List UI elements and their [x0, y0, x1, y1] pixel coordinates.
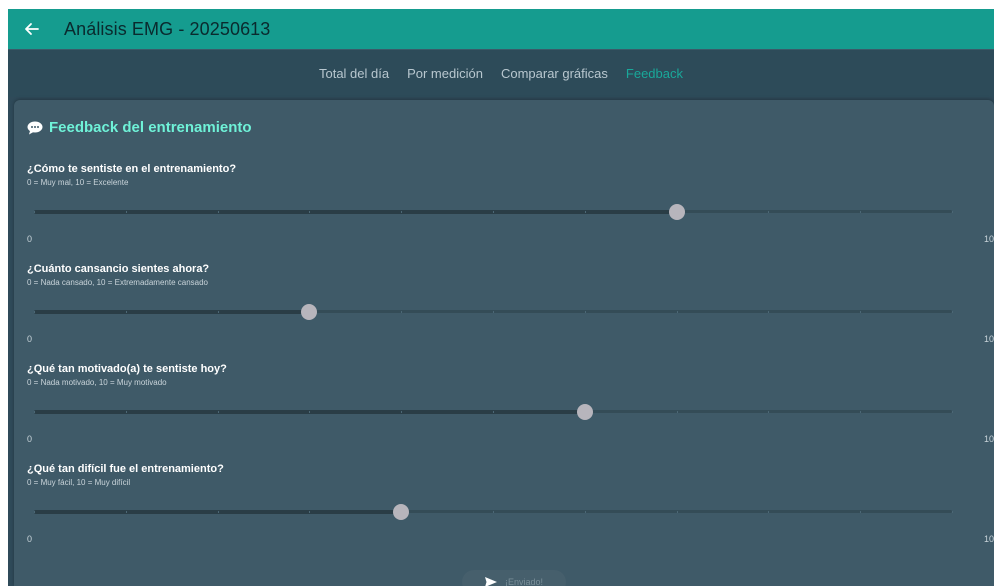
slider-tick [952, 511, 953, 513]
question-block: ¿Qué tan difícil fue el entrenamiento? 0… [27, 463, 987, 487]
submit-feedback-button[interactable]: ¡Enviado! [462, 570, 566, 586]
arrow-left-icon [25, 23, 39, 35]
slider-tick [584, 311, 586, 313]
slider-tick [125, 311, 127, 313]
slider-tick [217, 311, 219, 313]
slider-thumb[interactable] [668, 204, 685, 220]
slider-tick [768, 311, 770, 313]
send-icon [484, 577, 497, 586]
slider-tick [309, 411, 311, 413]
question-label: ¿Cómo te sentiste en el entrenamiento? [27, 163, 237, 175]
slider-tick [217, 211, 219, 213]
slider-tick [676, 311, 678, 313]
slider-tick [125, 511, 127, 513]
slider-min-label: 0 [27, 234, 33, 244]
page-title: Análisis EMG - 20250613 [64, 18, 271, 39]
slider-tick [217, 411, 219, 413]
slider-tick [493, 511, 494, 513]
slider-tick [952, 211, 953, 213]
slider-tick [952, 311, 953, 313]
tab-feedback[interactable]: Feedback [617, 66, 692, 81]
slider-fill [34, 310, 310, 314]
tab-por-medicion[interactable]: Por medición [398, 66, 492, 81]
feeling-slider[interactable] [34, 202, 953, 222]
slider-tick [860, 211, 862, 213]
slider-min-label: 0 [27, 434, 33, 444]
question-hint: 0 = Muy fácil, 10 = Muy difícil [27, 478, 131, 487]
slider-thumb[interactable] [393, 504, 410, 520]
question-hint: 0 = Nada motivado, 10 = Muy motivado [27, 378, 167, 387]
slider-tick [309, 211, 311, 213]
fatigue-slider[interactable] [34, 302, 953, 322]
slider-tick [125, 211, 127, 213]
question-hint: 0 = Muy mal, 10 = Excelente [27, 178, 129, 187]
question-hint: 0 = Nada cansado, 10 = Extremadamente ca… [27, 278, 209, 287]
card-header: Feedback del entrenamiento [27, 119, 252, 136]
slider-tick [768, 211, 770, 213]
slider-tick [860, 411, 862, 413]
slider-tick [217, 511, 219, 513]
question-label: ¿Cuánto cansancio sientes ahora? [27, 263, 210, 275]
slider-tick [584, 511, 586, 513]
slider-min-label: 0 [27, 334, 33, 344]
slider-tick [34, 211, 35, 213]
tab-comparar-graficas[interactable]: Comparar gráficas [492, 66, 617, 81]
slider-tick [493, 211, 494, 213]
slider-tick [493, 311, 494, 313]
slider-tick [34, 311, 35, 313]
difficulty-slider[interactable] [34, 502, 953, 522]
slider-tick [401, 311, 403, 313]
back-button[interactable] [20, 17, 44, 41]
slider-max-label: 10 [983, 234, 994, 244]
question-block: ¿Qué tan motivado(a) te sentiste hoy? 0 … [27, 363, 987, 387]
slider-tick [309, 511, 311, 513]
slider-tick [125, 411, 127, 413]
question-block: ¿Cuánto cansancio sientes ahora? 0 = Nad… [27, 263, 987, 287]
slider-fill [34, 210, 677, 214]
slider-max-label: 10 [983, 434, 994, 444]
motivation-slider[interactable] [34, 402, 953, 422]
question-block: ¿Cómo te sentiste en el entrenamiento? 0… [27, 163, 987, 187]
slider-max-label: 10 [983, 334, 994, 344]
slider-tick [860, 311, 862, 313]
app-window: Análisis EMG - 20250613 Total del día Po… [8, 9, 994, 586]
slider-thumb[interactable] [576, 404, 593, 420]
slider-min-label: 0 [27, 534, 33, 544]
speech-bubble-icon [27, 121, 43, 134]
tab-bar: Total del día Por medición Comparar gráf… [8, 49, 994, 97]
slider-tick [34, 411, 35, 413]
slider-tick [768, 511, 770, 513]
slider-tick [401, 211, 403, 213]
slider-tick [768, 411, 770, 413]
slider-tick [676, 411, 678, 413]
slider-tick [860, 511, 862, 513]
app-bar: Análisis EMG - 20250613 [8, 9, 994, 49]
slider-tick [493, 411, 494, 413]
slider-tick [676, 511, 678, 513]
card-title: Feedback del entrenamiento [49, 119, 252, 136]
question-label: ¿Qué tan motivado(a) te sentiste hoy? [27, 363, 227, 375]
feedback-card: Feedback del entrenamiento ¿Cómo te sent… [14, 100, 994, 586]
question-label: ¿Qué tan difícil fue el entrenamiento? [27, 463, 224, 475]
slider-max-label: 10 [983, 534, 994, 544]
slider-tick [34, 511, 35, 513]
slider-thumb[interactable] [301, 304, 318, 320]
slider-tick [584, 211, 586, 213]
slider-tick [401, 411, 403, 413]
slider-tick [952, 411, 953, 413]
tab-total-del-dia[interactable]: Total del día [310, 66, 398, 81]
submit-label: ¡Enviado! [504, 577, 544, 586]
